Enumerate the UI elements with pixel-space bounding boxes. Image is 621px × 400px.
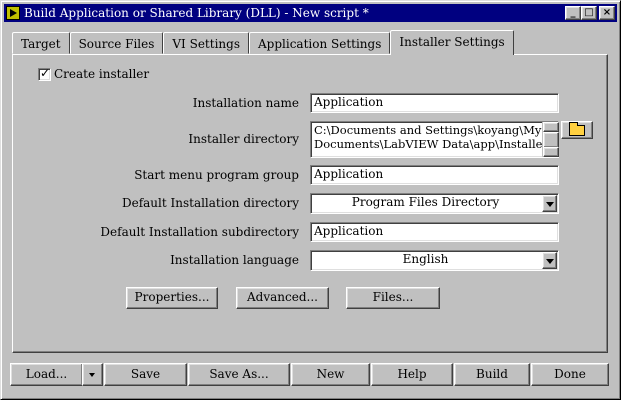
default-install-subdir-label: Default Installation subdirectory <box>100 225 299 239</box>
install-language-select[interactable]: English <box>310 250 559 271</box>
installer-directory-scrollbar[interactable] <box>542 122 559 157</box>
default-install-dir-select[interactable]: Program Files Directory <box>310 193 559 214</box>
default-install-subdir-input[interactable]: Application <box>310 222 559 242</box>
create-installer-checkbox[interactable]: ✓ <box>38 65 51 81</box>
load-dropdown-arrow-icon[interactable] <box>82 363 103 386</box>
installer-directory-input[interactable]: C:\Documents and Settings\koyang\My Docu… <box>310 121 559 158</box>
chevron-down-icon[interactable] <box>542 195 557 212</box>
scroll-thumb[interactable] <box>543 132 559 148</box>
installer-directory-line-2: Documents\LabVIEW Data\app\Installer <box>314 137 548 151</box>
installer-directory-line-1: C:\Documents and Settings\koyang\My <box>314 123 542 137</box>
check-icon: ✓ <box>40 65 51 80</box>
done-button[interactable]: Done <box>531 363 609 386</box>
browse-folder-button[interactable] <box>561 121 593 139</box>
title-bar[interactable]: Build Application or Shared Library (DLL… <box>4 4 617 22</box>
window-controls: _ □ × <box>565 6 615 20</box>
window-title: Build Application or Shared Library (DLL… <box>24 6 369 20</box>
tab-application-settings[interactable]: Application Settings <box>248 32 391 54</box>
chevron-down-icon[interactable] <box>542 252 557 269</box>
install-language-value: English <box>402 252 449 266</box>
default-install-dir-label: Default Installation directory <box>121 196 299 210</box>
minimize-button[interactable]: _ <box>565 6 581 20</box>
default-install-dir-value: Program Files Directory <box>351 195 500 209</box>
installation-name-input[interactable]: Application <box>310 93 559 113</box>
tab-source-files[interactable]: Source Files <box>69 32 164 54</box>
save-button[interactable]: Save <box>104 363 187 386</box>
build-button[interactable]: Build <box>454 363 530 386</box>
create-installer-option[interactable]: ✓ Create installer <box>38 65 150 81</box>
installer-directory-label: Installer directory <box>188 132 299 146</box>
maximize-button[interactable]: □ <box>581 6 597 20</box>
installation-name-label: Installation name <box>192 96 299 110</box>
tab-bar: Target Source Files VI Settings Applicat… <box>12 30 514 55</box>
tab-target[interactable]: Target <box>12 32 70 54</box>
save-as-button[interactable]: Save As... <box>188 363 290 386</box>
labview-app-icon <box>6 6 20 20</box>
help-button[interactable]: Help <box>371 363 453 386</box>
tab-vi-settings[interactable]: VI Settings <box>163 32 249 54</box>
scroll-down-button[interactable] <box>543 147 559 157</box>
close-button[interactable]: × <box>599 6 615 20</box>
start-menu-group-input[interactable]: Application <box>310 165 559 185</box>
install-language-label: Installation language <box>170 253 299 267</box>
files-button[interactable]: Files... <box>346 287 440 309</box>
create-installer-label: Create installer <box>54 67 150 81</box>
start-menu-group-label: Start menu program group <box>134 168 299 182</box>
tab-installer-settings[interactable]: Installer Settings <box>390 30 514 55</box>
folder-icon <box>569 121 585 136</box>
scroll-up-button[interactable] <box>543 122 559 132</box>
advanced-button[interactable]: Advanced... <box>236 287 329 309</box>
load-button[interactable]: Load... <box>10 363 83 386</box>
properties-button[interactable]: Properties... <box>126 287 218 309</box>
new-button[interactable]: New <box>291 363 370 386</box>
